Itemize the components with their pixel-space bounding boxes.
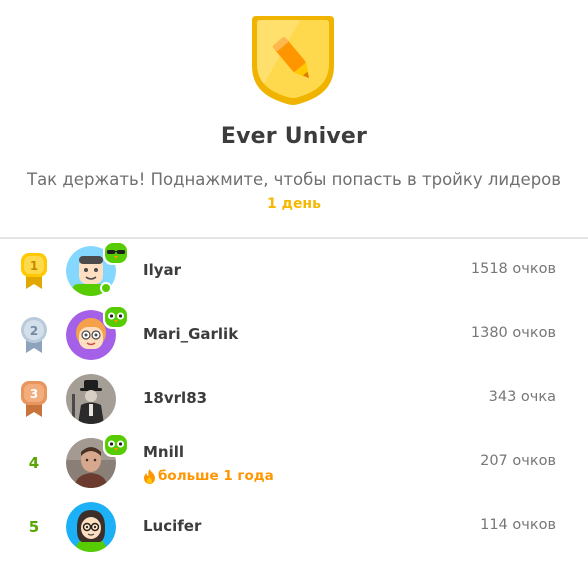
avatar-image: [66, 374, 116, 424]
leaderboard-row-5[interactable]: 5 Lucifer 114 очков: [0, 495, 588, 559]
user-name[interactable]: Lucifer: [143, 517, 201, 535]
leaderboard-row-4[interactable]: 4 Mnill больше 1 года 207 очков: [0, 431, 588, 495]
streak-info: больше 1 года: [143, 468, 274, 484]
xp-value: 1380 очков: [470, 325, 556, 341]
rank-number: 4: [28, 454, 40, 472]
leaderboard-row-3[interactable]: 3 18vrl83 343 очка: [0, 367, 588, 431]
user-name[interactable]: Ilyar: [143, 261, 181, 279]
avatar[interactable]: [66, 241, 129, 298]
avatar[interactable]: [66, 433, 129, 490]
leaderboard-row-1[interactable]: 1 Ilyar 1518 очков: [0, 239, 588, 303]
online-indicator: [100, 282, 112, 294]
rank-badge: 3: [14, 377, 54, 421]
league-subtitle: Так держать! Поднажмите, чтобы попасть в…: [26, 170, 561, 189]
owl-badge-icon: [103, 433, 129, 457]
rank-badge: 5: [14, 505, 54, 549]
avatar[interactable]: [66, 374, 118, 426]
owl-badge-icon: [103, 305, 129, 329]
rank-badge: 1: [14, 249, 54, 293]
xp-value: 207 очков: [480, 453, 556, 469]
xp-value: 114 очков: [480, 517, 556, 533]
avatar[interactable]: [66, 305, 129, 362]
time-left: 1 день: [267, 196, 321, 212]
rank-number: 2: [30, 324, 38, 338]
gold-medal-icon: 1: [21, 253, 47, 289]
rank-badge: 2: [14, 313, 54, 357]
bronze-medal-icon: 3: [21, 381, 47, 417]
avatar-image: [66, 502, 116, 552]
league-badge-icon: [252, 16, 334, 105]
rank-number: 1: [30, 259, 38, 273]
owl-badge-icon: [103, 241, 129, 265]
user-name[interactable]: Mnill: [143, 443, 184, 461]
fire-icon: [144, 468, 155, 484]
rank-badge: 4: [14, 441, 54, 485]
leaderboard-row-2[interactable]: 2 Mari_Garlik 1380 очков: [0, 303, 588, 367]
league-title: Ever Univer: [220, 124, 368, 149]
xp-value: 1518 очков: [470, 261, 556, 277]
league-header: Ever Univer Так держать! Поднажмите, что…: [0, 0, 588, 238]
rank-number: 3: [30, 387, 38, 401]
xp-value: 343 очка: [488, 389, 556, 405]
rank-number: 5: [28, 518, 40, 536]
streak-text: больше 1 года: [158, 468, 274, 484]
user-name[interactable]: 18vrl83: [143, 389, 207, 407]
silver-medal-icon: 2: [21, 317, 47, 353]
user-name[interactable]: Mari_Garlik: [143, 325, 238, 343]
avatar[interactable]: [66, 502, 118, 554]
